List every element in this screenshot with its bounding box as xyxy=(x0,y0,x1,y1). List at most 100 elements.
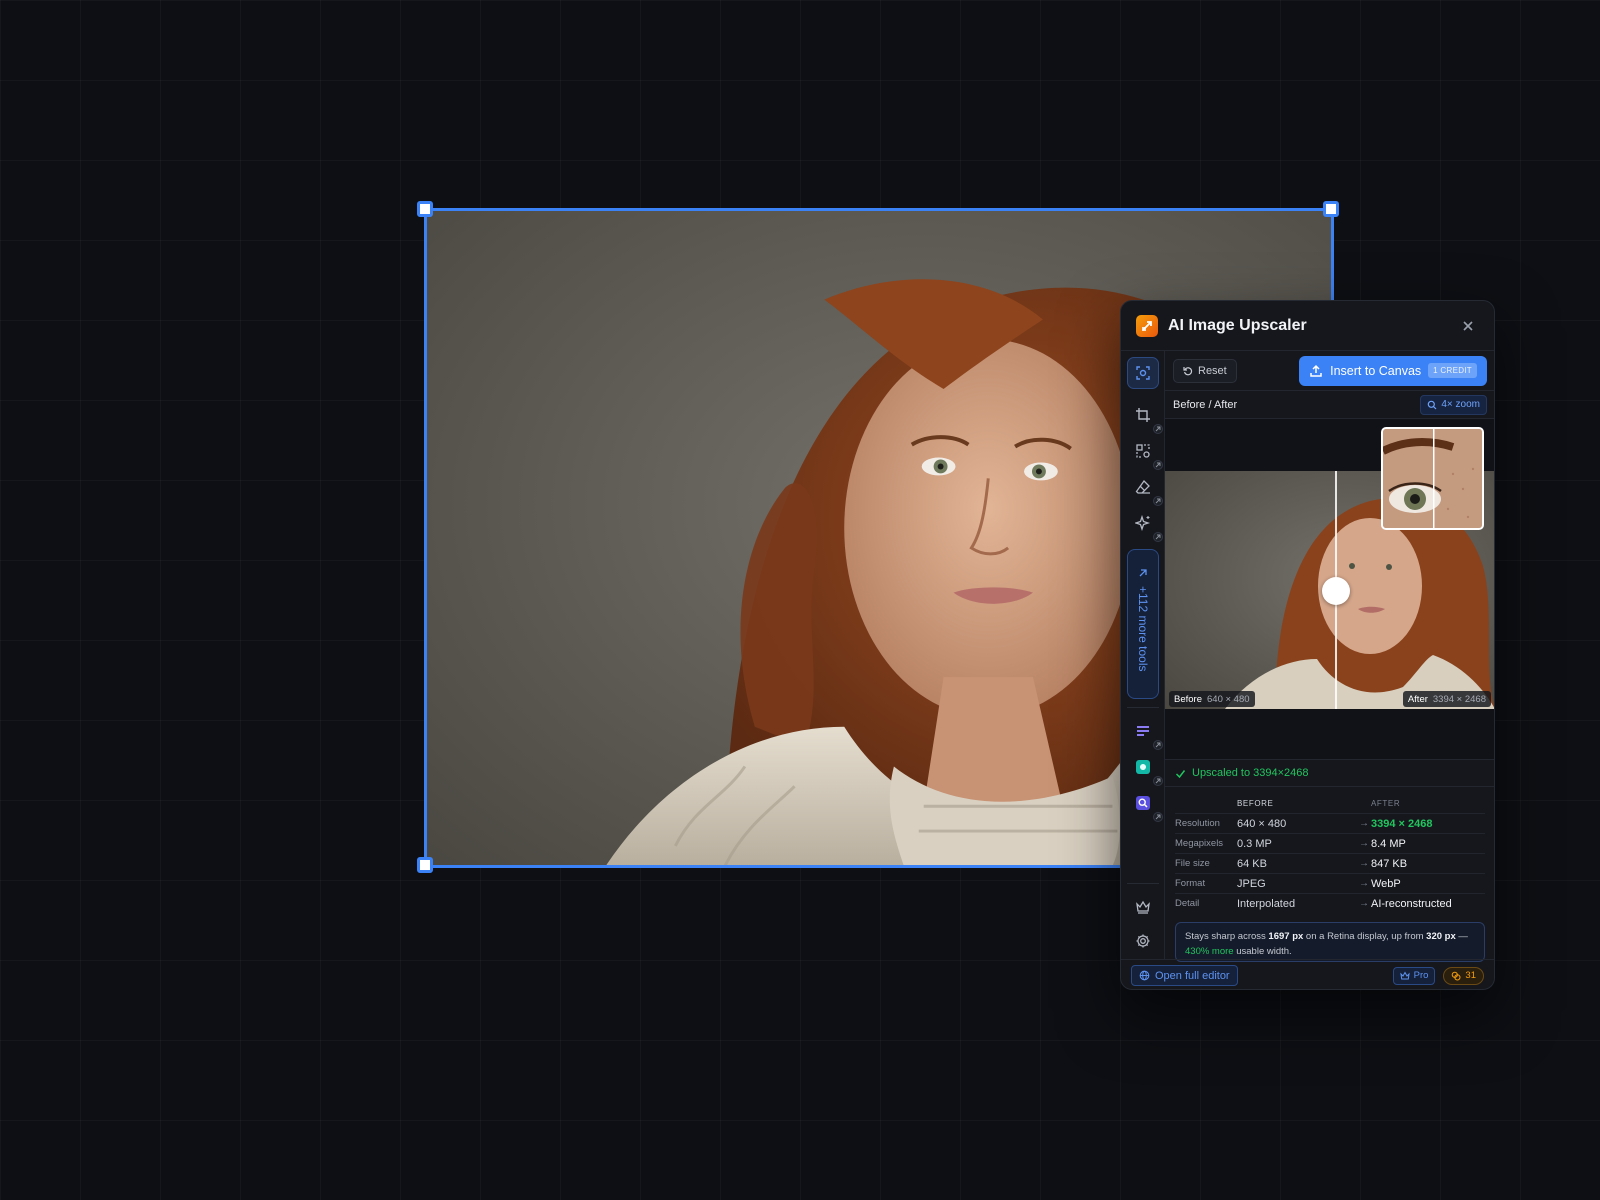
table-row: File size 64 KB → 847 KB xyxy=(1175,853,1485,873)
row-label: Detail xyxy=(1175,898,1200,909)
close-button[interactable] xyxy=(1457,315,1479,337)
zoom-toggle[interactable]: 4× zoom xyxy=(1420,394,1487,415)
sparkle-icon xyxy=(1135,515,1151,531)
panel-footer: Open full editor Pro 31 xyxy=(1121,959,1494,989)
green-app-button[interactable] xyxy=(1127,751,1163,786)
search-app-button[interactable] xyxy=(1127,787,1163,822)
credits-count: 31 xyxy=(1465,970,1476,981)
arrow-right-icon: → xyxy=(1359,858,1369,869)
credit-cost-badge: 1 CREDIT xyxy=(1428,363,1477,378)
row-label: Format xyxy=(1175,878,1206,889)
close-icon xyxy=(1463,320,1473,331)
zoom-loupe xyxy=(1381,427,1484,530)
crop-icon xyxy=(1136,408,1150,422)
split-handle[interactable] xyxy=(1322,577,1350,605)
globe-icon xyxy=(1139,970,1150,981)
table-row: Format JPEG → WebP xyxy=(1175,873,1485,893)
green-app-icon xyxy=(1136,760,1150,774)
insert-label: Insert to Canvas xyxy=(1330,363,1422,378)
row-label: Resolution xyxy=(1175,818,1220,829)
upgrade-button[interactable] xyxy=(1127,891,1159,923)
more-tools-button[interactable]: +112 more tools xyxy=(1127,549,1159,699)
row-after: AI-reconstructed xyxy=(1371,897,1452,910)
zoom-label: 4× zoom xyxy=(1441,399,1480,410)
resize-handle-bottom-left[interactable] xyxy=(417,857,433,873)
upscale-tool-button[interactable] xyxy=(1127,357,1159,389)
upscaler-panel: AI Image Upscaler +112 more tools Reset … xyxy=(1120,300,1495,990)
row-after: 8.4 MP xyxy=(1371,837,1406,850)
tool-rail: +112 more tools xyxy=(1121,351,1165,959)
before-tag: Before 640 × 480 xyxy=(1169,691,1255,707)
after-dimensions: 3394 × 2468 xyxy=(1432,693,1486,705)
note-text-3: — xyxy=(1455,931,1468,942)
pro-label: Pro xyxy=(1413,970,1429,981)
coins-icon xyxy=(1452,971,1461,980)
crop-tool-button[interactable] xyxy=(1127,399,1163,434)
panel-header: AI Image Upscaler xyxy=(1121,301,1494,351)
rail-divider xyxy=(1127,707,1159,708)
arrow-up-right-icon xyxy=(1139,569,1147,577)
action-toolbar: Reset Insert to Canvas 1 CREDIT xyxy=(1165,351,1494,391)
row-label: Megapixels xyxy=(1175,838,1224,849)
row-after: 847 KB xyxy=(1371,857,1408,870)
rail-divider xyxy=(1127,883,1159,884)
open-full-editor-button[interactable]: Open full editor xyxy=(1131,965,1238,986)
arrow-right-icon: → xyxy=(1359,878,1369,889)
stats-head-before: BEFORE xyxy=(1237,798,1274,808)
search-app-icon xyxy=(1136,796,1150,810)
crown-icon xyxy=(1136,900,1150,914)
upscale-icon xyxy=(1136,366,1150,380)
note-text-4: usable width. xyxy=(1233,946,1292,957)
note-gain: 430% more xyxy=(1185,946,1234,957)
arrow-right-icon: → xyxy=(1359,898,1369,909)
eraser-icon xyxy=(1135,479,1150,494)
row-after: 3394 × 2468 xyxy=(1371,817,1433,830)
resize-handle-top-right[interactable] xyxy=(1323,201,1339,217)
enhance-tool-button[interactable] xyxy=(1127,507,1163,542)
credits-badge[interactable]: 31 xyxy=(1443,966,1484,985)
table-row: Detail Interpolated → AI-reconstructed xyxy=(1175,893,1485,913)
open-editor-label: Open full editor xyxy=(1155,969,1230,982)
text-app-icon xyxy=(1137,726,1149,736)
arrow-right-icon: → xyxy=(1359,818,1369,829)
status-line: Upscaled to 3394×2468 xyxy=(1165,759,1494,787)
row-before: JPEG xyxy=(1237,877,1266,890)
after-tag: After 3394 × 2468 xyxy=(1402,691,1491,707)
row-before: 640 × 480 xyxy=(1237,817,1287,830)
compare-label: Before / After xyxy=(1173,398,1238,411)
note-text-1: Stays sharp across xyxy=(1185,931,1269,942)
background-remove-icon xyxy=(1136,444,1150,458)
before-tag-label: Before xyxy=(1174,693,1202,705)
check-icon xyxy=(1175,769,1186,778)
before-dimensions: 640 × 480 xyxy=(1207,693,1250,705)
pro-badge[interactable]: Pro xyxy=(1392,966,1436,985)
resize-handle-top-left[interactable] xyxy=(417,201,433,217)
row-before: 64 KB xyxy=(1237,857,1267,870)
background-remove-tool-button[interactable] xyxy=(1127,435,1163,470)
note-text-2: on a Retina display, up from xyxy=(1303,931,1427,942)
insert-to-canvas-button[interactable]: Insert to Canvas 1 CREDIT xyxy=(1299,355,1487,386)
reset-label: Reset xyxy=(1198,364,1227,377)
upload-icon xyxy=(1310,364,1322,377)
stats-table: BEFORE AFTER Resolution 640 × 480 → 3394… xyxy=(1165,787,1494,913)
gear-icon xyxy=(1136,934,1150,948)
row-label: File size xyxy=(1175,858,1210,869)
eraser-tool-button[interactable] xyxy=(1127,471,1163,506)
note-highlight-before: 320 px xyxy=(1426,931,1456,942)
stats-head-after: AFTER xyxy=(1371,798,1401,808)
before-after-preview[interactable]: Before 640 × 480 After 3394 × 2468 xyxy=(1165,419,1494,759)
table-row: Resolution 640 × 480 → 3394 × 2468 xyxy=(1175,813,1485,833)
settings-button[interactable] xyxy=(1127,925,1159,957)
retina-note: Stays sharp across 1697 px on a Retina d… xyxy=(1175,922,1485,962)
panel-title: AI Image Upscaler xyxy=(1168,316,1307,334)
row-before: 0.3 MP xyxy=(1237,837,1272,850)
reset-button[interactable]: Reset xyxy=(1173,358,1237,383)
status-text: Upscaled to 3394×2468 xyxy=(1192,767,1309,779)
search-icon xyxy=(1428,400,1437,409)
crown-icon xyxy=(1399,970,1410,979)
text-app-button[interactable] xyxy=(1127,715,1163,750)
stats-header: BEFORE AFTER xyxy=(1175,793,1485,813)
more-tools-label: +112 more tools xyxy=(1136,586,1150,672)
table-row: Megapixels 0.3 MP → 8.4 MP xyxy=(1175,833,1485,853)
compare-bar: Before / After 4× zoom xyxy=(1165,391,1494,419)
